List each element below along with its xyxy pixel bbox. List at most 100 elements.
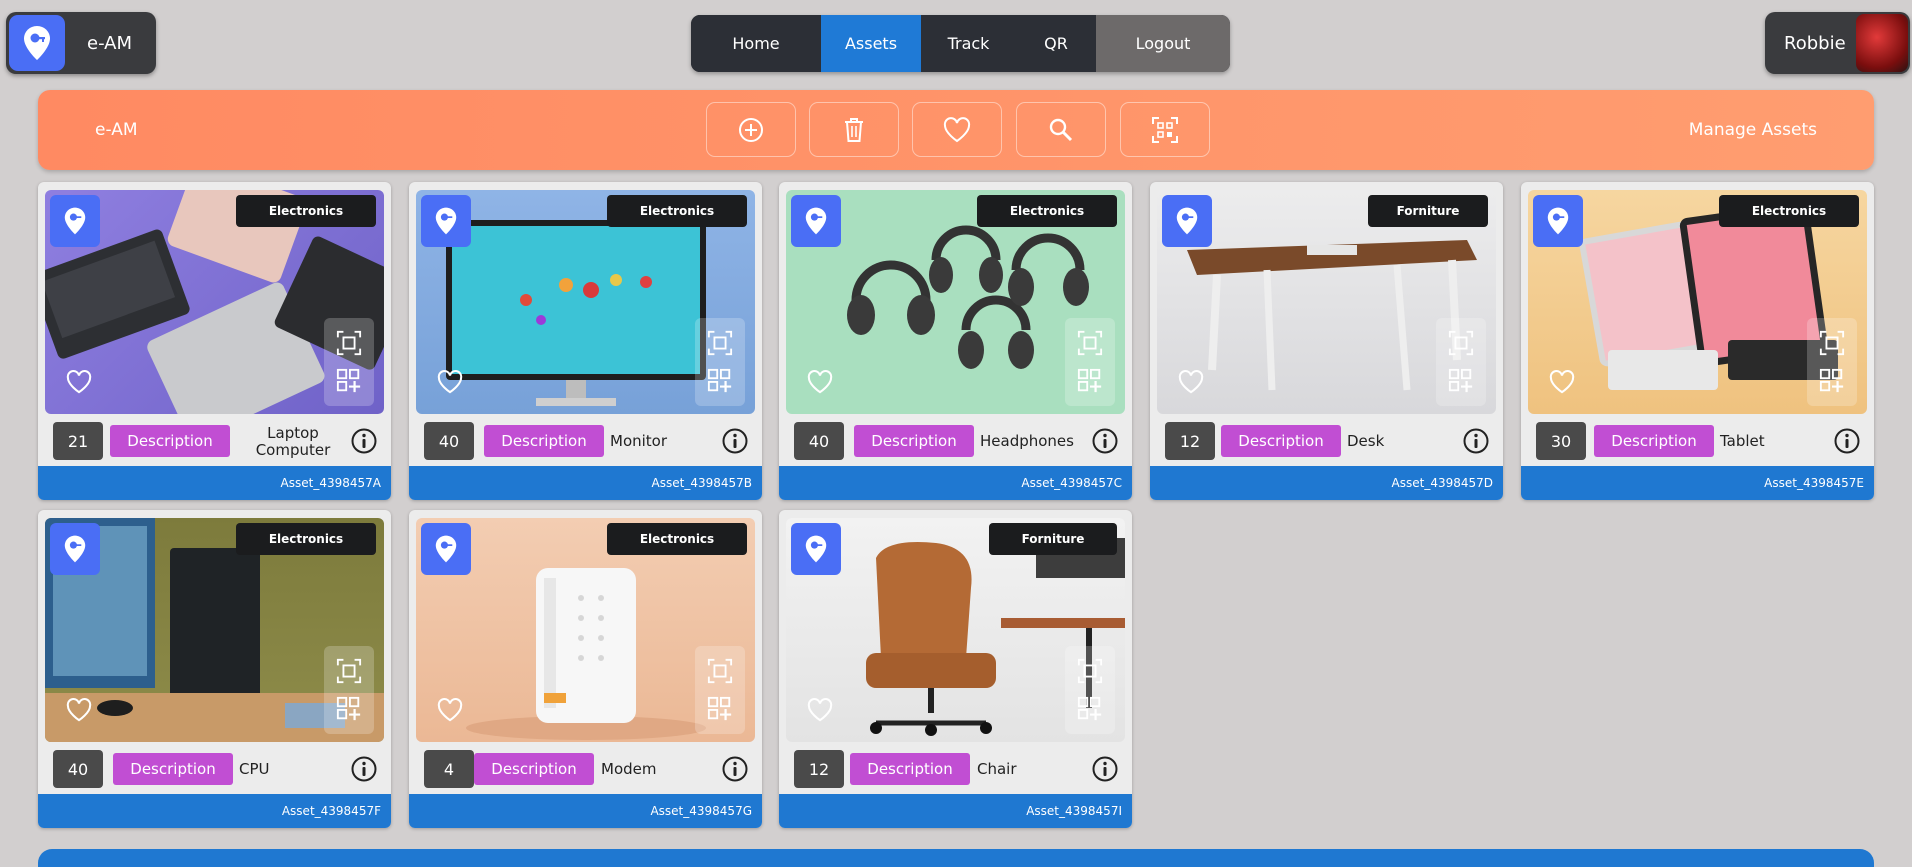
asset-card[interactable]: Electronics 40 Description Headphones As… (779, 182, 1132, 500)
quantity-badge: 12 (794, 750, 844, 788)
favorite-heart-icon[interactable] (806, 370, 834, 398)
qr-actions (1807, 318, 1857, 406)
qr-add-icon[interactable] (707, 696, 733, 722)
category-badge: Forniture (989, 523, 1117, 555)
favorite-heart-icon[interactable] (1177, 370, 1205, 398)
info-icon[interactable] (721, 755, 749, 787)
quantity-badge: 21 (53, 422, 103, 460)
category-badge: Electronics (236, 195, 376, 227)
category-badge: Electronics (1719, 195, 1859, 227)
asset-photo-chair: Forniture (786, 518, 1125, 742)
info-icon[interactable] (1462, 427, 1490, 459)
asset-card[interactable]: Forniture 12 Description Desk Asset_4398… (1150, 182, 1503, 500)
asset-id: Asset_4398457I (779, 794, 1132, 828)
asset-name: Tablet (1720, 432, 1765, 451)
user-name: Robbie (1784, 32, 1846, 54)
asset-id: Asset_4398457C (779, 466, 1132, 500)
favorites-button[interactable] (912, 102, 1002, 157)
location-key-icon (1162, 195, 1212, 247)
quantity-badge: 4 (424, 750, 474, 788)
info-icon[interactable] (1091, 427, 1119, 459)
quantity-badge: 40 (794, 422, 844, 460)
scan-qr-button[interactable] (1120, 102, 1210, 157)
qr-actions (695, 646, 745, 734)
trash-icon (845, 117, 863, 142)
info-icon[interactable] (1833, 427, 1861, 459)
favorite-heart-icon[interactable] (1548, 370, 1576, 398)
nav-qr[interactable]: QR (1016, 15, 1096, 72)
description-button[interactable]: Description (1594, 425, 1714, 457)
footer-bar (38, 849, 1874, 867)
location-key-icon (791, 195, 841, 247)
description-button[interactable]: Description (113, 753, 233, 785)
qr-scan-icon[interactable] (1077, 330, 1103, 356)
qr-scan-icon[interactable] (1077, 658, 1103, 684)
asset-id: Asset_4398457F (38, 794, 391, 828)
qr-actions (324, 646, 374, 734)
asset-card[interactable]: Electronics 4 Description Modem Asset_43… (409, 510, 762, 828)
qr-add-icon[interactable] (1077, 696, 1103, 722)
asset-id: Asset_4398457E (1521, 466, 1874, 500)
info-icon[interactable] (1091, 755, 1119, 787)
asset-id: Asset_4398457A (38, 466, 391, 500)
info-icon[interactable] (350, 427, 378, 459)
qr-actions (324, 318, 374, 406)
favorite-heart-icon[interactable] (65, 370, 93, 398)
favorite-heart-icon[interactable] (65, 698, 93, 726)
description-button[interactable]: Description (110, 425, 230, 457)
category-badge: Electronics (607, 523, 747, 555)
asset-name: Laptop Computer (255, 423, 331, 459)
search-button[interactable] (1016, 102, 1106, 157)
qr-add-icon[interactable] (336, 696, 362, 722)
nav-assets[interactable]: Assets (821, 15, 921, 72)
qr-actions (1436, 318, 1486, 406)
qr-actions (1065, 646, 1115, 734)
qr-scan-icon[interactable] (1448, 330, 1474, 356)
qr-scan-icon[interactable] (707, 330, 733, 356)
nav-track[interactable]: Track (921, 15, 1016, 72)
qr-scan-icon[interactable] (707, 658, 733, 684)
location-key-icon (421, 523, 471, 575)
nav-logout[interactable]: Logout (1096, 15, 1230, 72)
description-button[interactable]: Description (854, 425, 974, 457)
add-asset-button[interactable] (706, 102, 796, 157)
favorite-heart-icon[interactable] (806, 698, 834, 726)
asset-name: Monitor (610, 432, 668, 451)
toolbar-title: e-AM (95, 120, 138, 140)
qr-scan-icon[interactable] (336, 658, 362, 684)
asset-photo-headphones: Electronics (786, 190, 1125, 414)
user-menu[interactable]: Robbie (1765, 12, 1910, 74)
favorite-heart-icon[interactable] (436, 370, 464, 398)
asset-photo-monitor: Electronics (416, 190, 755, 414)
qr-scan-icon (1152, 116, 1178, 143)
qr-add-icon[interactable] (336, 368, 362, 394)
nav-home[interactable]: Home (691, 15, 821, 72)
description-button[interactable]: Description (850, 753, 970, 785)
qr-add-icon[interactable] (1819, 368, 1845, 394)
qr-add-icon[interactable] (1448, 368, 1474, 394)
qr-add-icon[interactable] (707, 368, 733, 394)
info-icon[interactable] (721, 427, 749, 459)
asset-card[interactable]: Electronics 30 Description Tablet Asset_… (1521, 182, 1874, 500)
quantity-badge: 40 (53, 750, 103, 788)
asset-card[interactable]: Forniture 12 Description Chair Asset_439… (779, 510, 1132, 828)
info-icon[interactable] (350, 755, 378, 787)
category-badge: Electronics (607, 195, 747, 227)
description-button[interactable]: Description (1221, 425, 1341, 457)
assets-toolbar: e-AM Manage Assets (38, 90, 1874, 170)
qr-scan-icon[interactable] (336, 330, 362, 356)
description-button[interactable]: Description (474, 753, 594, 785)
description-button[interactable]: Description (484, 425, 604, 457)
asset-photo-desk: Forniture (1157, 190, 1496, 414)
avatar[interactable] (1856, 14, 1908, 72)
favorite-heart-icon[interactable] (436, 698, 464, 726)
location-key-icon (791, 523, 841, 575)
asset-card[interactable]: Electronics 40 Description CPU Asset_439… (38, 510, 391, 828)
delete-asset-button[interactable] (809, 102, 899, 157)
asset-card[interactable]: Electronics 40 Description Monitor Asset… (409, 182, 762, 500)
qr-add-icon[interactable] (1077, 368, 1103, 394)
brand[interactable]: e-AM (6, 12, 156, 74)
qr-actions (695, 318, 745, 406)
asset-card[interactable]: Electronics 21 Description Laptop Comput… (38, 182, 391, 500)
qr-scan-icon[interactable] (1819, 330, 1845, 356)
